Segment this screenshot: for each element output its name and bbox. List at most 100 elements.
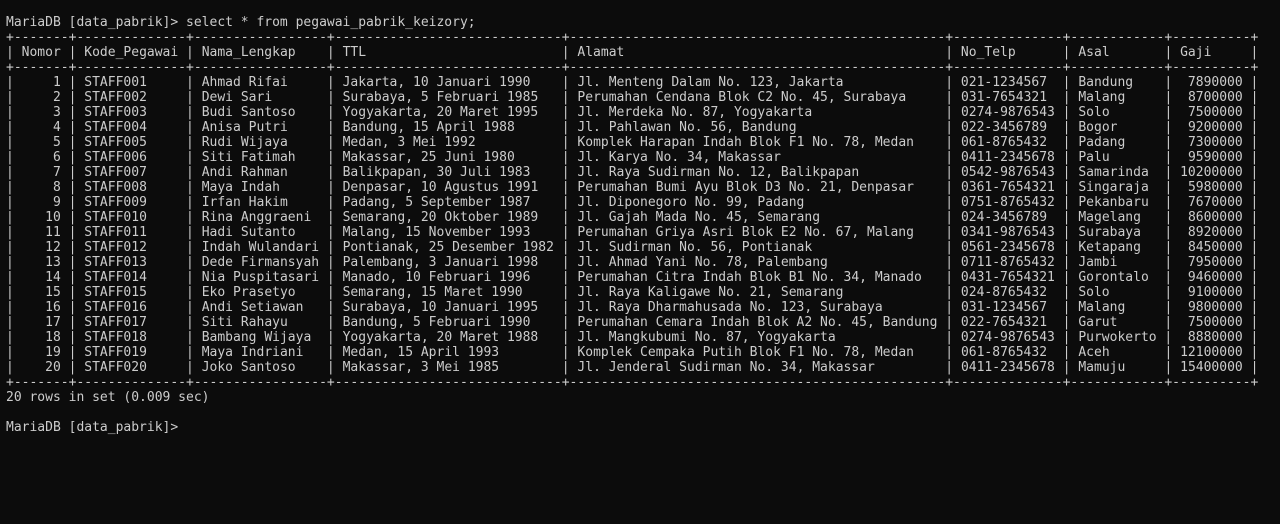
table-cell: 0274-9876543 — [960, 105, 1055, 120]
table-cell: Perumahan Cendana Blok C2 No. 45, Suraba… — [577, 90, 907, 105]
table-row: | 9 | STAFF009 | Irfan Hakim | Padang, 5… — [6, 195, 1259, 210]
table-cell: STAFF004 — [84, 120, 147, 135]
table-cell: 7950000 — [1187, 255, 1243, 270]
table-cell: 0711-8765432 — [960, 255, 1055, 270]
table-header-row: | Nomor | Kode_Pegawai | Nama_Lengkap | … — [6, 45, 1259, 60]
table-cell: 8600000 — [1187, 210, 1243, 225]
table-cell: Purwokerto — [1078, 330, 1157, 345]
prompt-text: MariaDB [data_pabrik]> — [6, 15, 179, 30]
table-cell: Andi Rahman — [201, 165, 288, 180]
table-cell: 9200000 — [1187, 120, 1243, 135]
table-cell: Surabaya — [1078, 225, 1141, 240]
table-cell: Jl. Raya Sudirman No. 12, Balikpapan — [577, 165, 860, 180]
table-row: | 14 | STAFF014 | Nia Puspitasari | Mana… — [6, 270, 1259, 285]
table-cell: Jambi — [1078, 255, 1118, 270]
table-cell: 8450000 — [1187, 240, 1243, 255]
column-header: Nama_Lengkap — [201, 45, 296, 60]
table-cell: Komplek Harapan Indah Blok F1 No. 78, Me… — [577, 135, 914, 150]
table-cell: Malang — [1078, 90, 1126, 105]
table-cell: 9460000 — [1187, 270, 1243, 285]
table-cell: Denpasar, 10 Agustus 1991 — [342, 180, 539, 195]
table-cell: 0274-9876543 — [960, 330, 1055, 345]
table-cell: Surabaya, 10 Januari 1995 — [342, 300, 539, 315]
table-cell: Solo — [1078, 105, 1110, 120]
column-header: Gaji — [1180, 45, 1212, 60]
table-row: | 15 | STAFF015 | Eko Prasetyo | Semaran… — [6, 285, 1259, 300]
table-cell: 0361-7654321 — [960, 180, 1055, 195]
table-cell: Bandung, 5 Februari 1990 — [342, 315, 531, 330]
table-cell: 5980000 — [1187, 180, 1243, 195]
table-cell: Medan, 3 Mei 1992 — [342, 135, 476, 150]
table-cell: 024-8765432 — [960, 285, 1048, 300]
table-row: | 7 | STAFF007 | Andi Rahman | Balikpapa… — [6, 165, 1259, 180]
table-cell: STAFF014 — [84, 270, 147, 285]
table-cell: Maya Indriani — [201, 345, 304, 360]
terminal-window[interactable]: MariaDB [data_pabrik]> select * from peg… — [0, 0, 1280, 524]
table-cell: 021-1234567 — [960, 75, 1048, 90]
table-cell: Aceh — [1078, 345, 1110, 360]
table-row: | 17 | STAFF017 | Siti Rahayu | Bandung,… — [6, 315, 1259, 330]
table-cell: STAFF011 — [84, 225, 147, 240]
table-cell: Medan, 15 April 1993 — [342, 345, 500, 360]
table-cell: Pekanbaru — [1078, 195, 1149, 210]
table-cell: 031-7654321 — [960, 90, 1048, 105]
table-cell: STAFF006 — [84, 150, 147, 165]
table-cell: 17 — [45, 315, 61, 330]
table-cell: Joko Santoso — [201, 360, 296, 375]
table-row: | 1 | STAFF001 | Ahmad Rifai | Jakarta, … — [6, 75, 1259, 90]
table-cell: Eko Prasetyo — [201, 285, 296, 300]
table-cell: STAFF009 — [84, 195, 147, 210]
table-cell: Jl. Raya Dharmahusada No. 123, Surabaya — [577, 300, 883, 315]
table-cell: STAFF001 — [84, 75, 147, 90]
table-row: | 13 | STAFF013 | Dede Firmansyah | Pale… — [6, 255, 1259, 270]
table-cell: Jl. Mangkubumi No. 87, Yogyakarta — [577, 330, 836, 345]
table-cell: Jl. Jenderal Sudirman No. 34, Makassar — [577, 360, 875, 375]
table-cell: STAFF003 — [84, 105, 147, 120]
table-cell: 6 — [52, 150, 61, 165]
column-header: TTL — [342, 45, 367, 60]
table-cell: 14 — [45, 270, 61, 285]
table-cell: 10200000 — [1180, 165, 1243, 180]
table-cell: Semarang, 15 Maret 1990 — [342, 285, 523, 300]
table-row: | 4 | STAFF004 | Anisa Putri | Bandung, … — [6, 120, 1259, 135]
column-header: Alamat — [577, 45, 625, 60]
table-cell: Malang — [1078, 300, 1126, 315]
table-cell: Magelang — [1078, 210, 1141, 225]
table-cell: Makassar, 3 Mei 1985 — [342, 360, 500, 375]
table-cell: STAFF012 — [84, 240, 147, 255]
table-cell: 7500000 — [1187, 315, 1243, 330]
table-cell: Semarang, 20 Oktober 1989 — [342, 210, 539, 225]
table-cell: 9100000 — [1187, 285, 1243, 300]
table-cell: Rina Anggraeni — [201, 210, 312, 225]
table-cell: 8 — [52, 180, 61, 195]
table-cell: Jl. Karya No. 34, Makassar — [577, 150, 781, 165]
table-cell: Jl. Raya Kaligawe No. 21, Semarang — [577, 285, 844, 300]
table-cell: Budi Santoso — [201, 105, 296, 120]
table-cell: Balikpapan, 30 Juli 1983 — [342, 165, 531, 180]
table-row: | 3 | STAFF003 | Budi Santoso | Yogyakar… — [6, 105, 1259, 120]
table-cell: STAFF002 — [84, 90, 147, 105]
table-cell: Yogyakarta, 20 Maret 1995 — [342, 105, 539, 120]
table-cell: 9590000 — [1187, 150, 1243, 165]
table-cell: Dede Firmansyah — [201, 255, 320, 270]
table-cell: STAFF020 — [84, 360, 147, 375]
table-cell: 7300000 — [1187, 135, 1243, 150]
table-cell: Singaraja — [1078, 180, 1149, 195]
command-line: MariaDB [data_pabrik]> select * from peg… — [6, 15, 1280, 30]
table-cell: 061-8765432 — [960, 135, 1048, 150]
table-cell: Komplek Cempaka Putih Blok F1 No. 78, Me… — [577, 345, 914, 360]
table-cell: Jl. Diponegoro No. 99, Padang — [577, 195, 805, 210]
table-row: | 10 | STAFF010 | Rina Anggraeni | Semar… — [6, 210, 1259, 225]
table-cell: Yogyakarta, 20 Maret 1988 — [342, 330, 539, 345]
table-cell: 024-3456789 — [960, 210, 1048, 225]
table-cell: Bogor — [1078, 120, 1118, 135]
table-cell: 7500000 — [1187, 105, 1243, 120]
sql-query: select * from pegawai_pabrik_keizory; — [186, 15, 476, 30]
current-prompt-line[interactable]: MariaDB [data_pabrik]> — [6, 420, 1280, 435]
table-cell: 061-8765432 — [960, 345, 1048, 360]
table-cell: Samarinda — [1078, 165, 1149, 180]
column-header: No_Telp — [960, 45, 1016, 60]
table-cell: STAFF010 — [84, 210, 147, 225]
table-cell: 0751-8765432 — [960, 195, 1055, 210]
table-cell: Jl. Menteng Dalam No. 123, Jakarta — [577, 75, 844, 90]
